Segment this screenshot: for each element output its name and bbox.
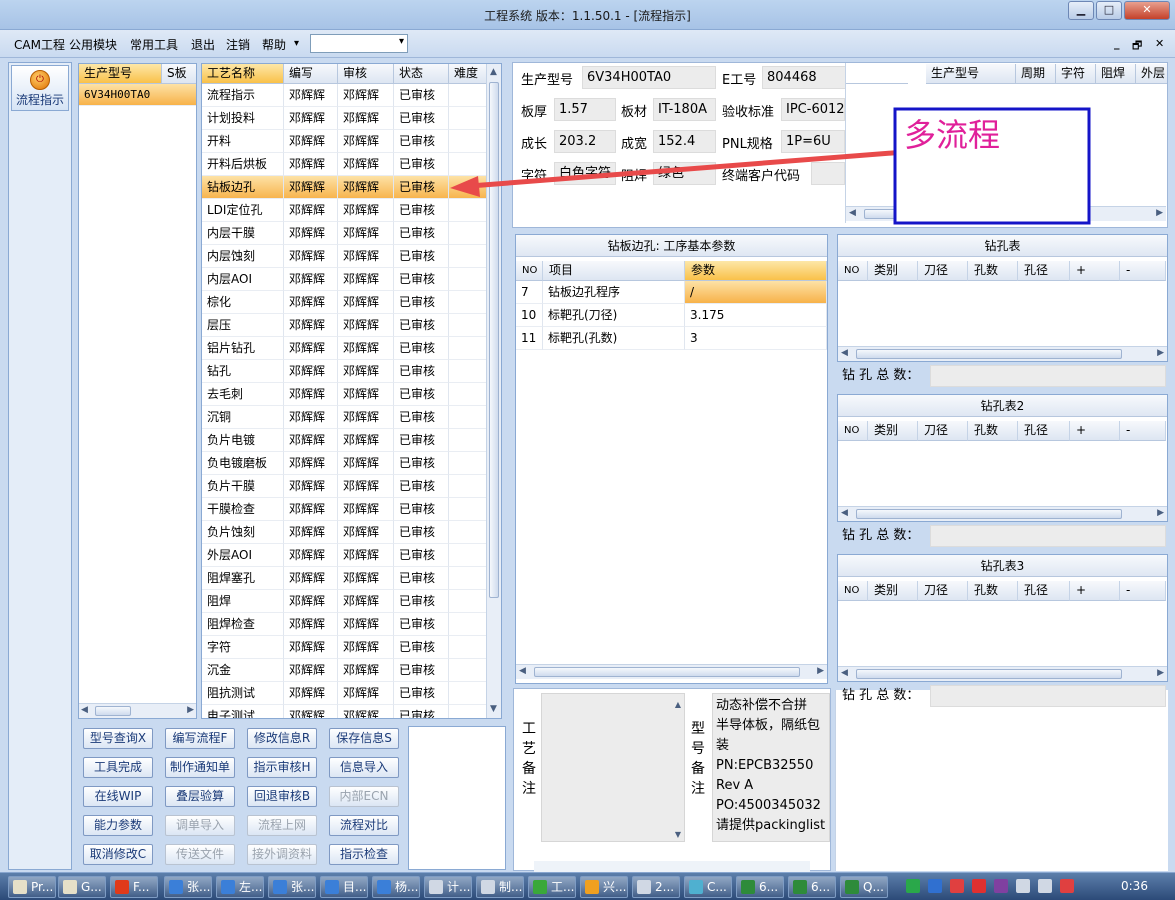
taskbar-item[interactable]: 6... <box>788 876 836 898</box>
taskbar-item-label: 目... <box>343 880 367 894</box>
taskbar-item[interactable]: 左... <box>216 876 264 898</box>
taskbar-item[interactable]: 目... <box>320 876 368 898</box>
taskbar-item[interactable]: Pr... <box>8 876 56 898</box>
app-icon <box>377 880 391 894</box>
annotation-text: 多流程 <box>904 116 1000 154</box>
tray-icon[interactable] <box>1038 879 1052 893</box>
taskbar-item-label: 6... <box>759 880 779 894</box>
taskbar-item-label: 2... <box>655 880 675 894</box>
tray-icon[interactable] <box>906 879 920 893</box>
taskbar-item[interactable]: F... <box>110 876 158 898</box>
app-icon <box>115 880 129 894</box>
taskbar-item-label: 张... <box>187 880 211 894</box>
app-icon <box>63 880 77 894</box>
taskbar: Pr... G... F... 张... 左... 张... 目... 杨... 计... 制..… <box>0 872 1175 900</box>
taskbar-item-label: 兴... <box>603 880 627 894</box>
taskbar-item[interactable]: 计... <box>424 876 472 898</box>
taskbar-item-label: 制... <box>499 880 523 894</box>
tray-icon[interactable] <box>972 879 986 893</box>
taskbar-item[interactable]: 杨... <box>372 876 420 898</box>
tray-icon[interactable] <box>994 879 1008 893</box>
taskbar-item[interactable]: 6... <box>736 876 784 898</box>
app-icon <box>845 880 859 894</box>
taskbar-item-label: 左... <box>239 880 263 894</box>
tray-icon[interactable] <box>1060 879 1074 893</box>
app-icon <box>689 880 703 894</box>
app-icon <box>429 880 443 894</box>
taskbar-item[interactable]: C... <box>684 876 732 898</box>
annotation-arrow <box>467 149 908 189</box>
app-icon <box>585 880 599 894</box>
annotation-arrowhead <box>450 176 480 197</box>
app-icon <box>481 880 495 894</box>
tray-icon[interactable] <box>950 879 964 893</box>
taskbar-item-label: Pr... <box>31 880 54 894</box>
app-icon <box>325 880 339 894</box>
annotation-overlay: 多流程 <box>450 107 1091 225</box>
taskbar-item[interactable]: 工... <box>528 876 576 898</box>
taskbar-item[interactable]: 制... <box>476 876 524 898</box>
taskbar-item-label: 张... <box>291 880 315 894</box>
clock: 0:36 <box>1121 879 1148 893</box>
app-icon <box>637 880 651 894</box>
app-icon <box>169 880 183 894</box>
taskbar-item[interactable]: 张... <box>164 876 212 898</box>
app-icon <box>533 880 547 894</box>
app-icon <box>13 880 27 894</box>
taskbar-item-label: 杨... <box>395 880 419 894</box>
taskbar-item[interactable]: G... <box>58 876 106 898</box>
app-icon <box>221 880 235 894</box>
app-icon <box>741 880 755 894</box>
taskbar-item-label: Q... <box>863 880 884 894</box>
taskbar-item[interactable]: 张... <box>268 876 316 898</box>
taskbar-item-label: 计... <box>447 880 471 894</box>
app-icon <box>273 880 287 894</box>
app-icon <box>793 880 807 894</box>
taskbar-item-label: G... <box>81 880 102 894</box>
taskbar-item[interactable]: 2... <box>632 876 680 898</box>
tray-icon[interactable] <box>928 879 942 893</box>
taskbar-item[interactable]: 兴... <box>580 876 628 898</box>
taskbar-item-label: F... <box>133 880 150 894</box>
taskbar-item[interactable]: Q... <box>840 876 888 898</box>
taskbar-item-label: C... <box>707 880 727 894</box>
taskbar-item-label: 工... <box>551 880 575 894</box>
tray-icon[interactable] <box>1016 879 1030 893</box>
taskbar-item-label: 6... <box>811 880 831 894</box>
